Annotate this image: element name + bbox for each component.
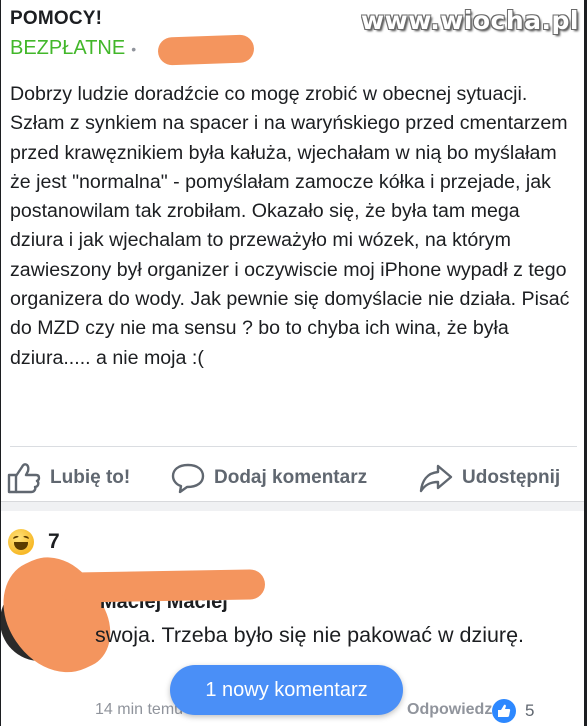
share-label[interactable]: Udostępnij	[462, 467, 560, 489]
post-card: POMOCY! BEZPŁATNE • www.wiocha.pl Dobrzy…	[0, 0, 587, 502]
comment-like-count: 5	[525, 701, 535, 720]
new-comment-button[interactable]: 1 nowy komentarz	[170, 665, 403, 715]
post-subtitle-label[interactable]: BEZPŁATNE	[10, 37, 125, 60]
reactions-summary[interactable]: 7	[8, 529, 60, 555]
like-button[interactable]: Lubię to!	[6, 455, 130, 501]
separator-dot: •	[131, 40, 137, 57]
comment-label[interactable]: Dodaj komentarz	[214, 467, 367, 489]
action-bar: Lubię to! Dodaj komentarz Udostępnij	[0, 455, 587, 501]
watermark: www.wiocha.pl	[361, 6, 579, 35]
redaction-mark	[0, 541, 124, 691]
comment-text: swoja. Trzeba było się nie pakować w dzi…	[95, 623, 525, 647]
share-button[interactable]: Udostępnij	[418, 455, 560, 501]
comment-time[interactable]: 14 min temu	[95, 701, 183, 719]
comment-icon	[171, 463, 205, 494]
reply-button[interactable]: Odpowiedz	[407, 701, 492, 719]
post-subtitle[interactable]: BEZPŁATNE •	[10, 37, 142, 60]
reaction-count: 7	[48, 530, 60, 553]
comment-button[interactable]: Dodaj komentarz	[170, 455, 367, 501]
redaction-mark	[157, 34, 255, 66]
like-label[interactable]: Lubię to!	[50, 467, 130, 489]
laughing-emoji-icon	[8, 529, 34, 555]
divider	[10, 446, 577, 447]
like-badge-icon	[492, 699, 516, 723]
share-arrow-icon	[419, 464, 453, 493]
frame-border	[0, 0, 1, 726]
redaction-mark	[59, 569, 266, 603]
post-body: Dobrzy ludzie doradźcie co mogę zrobić w…	[10, 83, 570, 369]
thumbs-up-icon	[7, 463, 41, 494]
post-title: POMOCY!	[10, 8, 103, 29]
